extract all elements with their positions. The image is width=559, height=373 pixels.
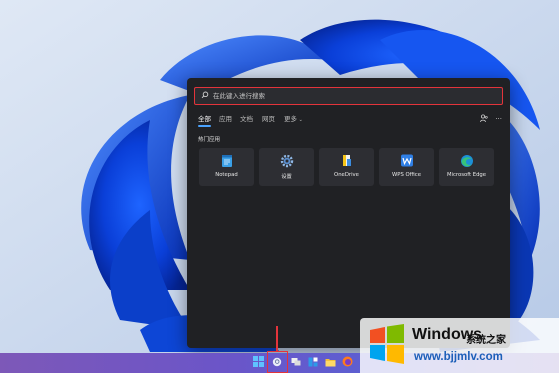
file-explorer-icon[interactable] — [325, 357, 336, 367]
tab-more[interactable]: 更多 ⌄ — [284, 114, 303, 125]
tab-all[interactable]: 全部 — [198, 114, 211, 124]
app-label: OneDrive — [334, 172, 359, 178]
watermark-subtitle: 系统之家 — [466, 335, 506, 346]
tab-web[interactable]: 网页 — [262, 114, 275, 124]
tab-more-label: 更多 — [284, 115, 297, 123]
watermark-url: www.bjjmlv.com — [414, 351, 503, 363]
search-panel: 在此键入进行搜索 全部 应用 文档 网页 更多 ⌄ ··· 热门应用 Notep… — [187, 78, 510, 348]
app-tile-wps-office[interactable]: WPS Office — [379, 148, 434, 186]
search-icon — [201, 91, 209, 99]
app-tile-microsoft-edge[interactable]: Microsoft Edge — [439, 148, 494, 186]
chevron-down-icon: ⌄ — [297, 117, 303, 123]
section-title: 热门应用 — [198, 137, 221, 143]
tab-documents[interactable]: 文档 — [240, 114, 253, 124]
watermark: Windows 系统之家 www.bjjmlv.com — [360, 318, 559, 373]
onedrive-icon — [342, 155, 351, 166]
firefox-icon[interactable] — [342, 356, 353, 367]
pointer-arrow — [276, 326, 278, 351]
wps-office-icon — [400, 154, 413, 167]
app-tile-onedrive[interactable]: OneDrive — [319, 148, 374, 186]
app-label: Microsoft Edge — [446, 172, 487, 178]
app-label: Notepad — [215, 172, 238, 178]
app-tile-notepad[interactable]: Notepad — [199, 148, 254, 186]
people-share-icon[interactable] — [480, 114, 488, 126]
search-button-highlight — [267, 351, 288, 373]
settings-gear-icon — [280, 154, 293, 168]
start-icon[interactable] — [253, 356, 264, 367]
app-label: WPS Office — [392, 172, 421, 178]
search-input[interactable]: 在此键入进行搜索 — [194, 87, 503, 105]
more-options-icon[interactable]: ··· — [495, 114, 502, 124]
task-view-icon[interactable] — [291, 357, 301, 367]
notepad-icon — [221, 155, 232, 167]
edge-icon — [460, 155, 473, 167]
app-label: 设置 — [281, 174, 292, 180]
tab-apps[interactable]: 应用 — [219, 114, 232, 124]
active-tab-indicator — [198, 125, 211, 127]
app-tile-settings[interactable]: 设置 — [259, 148, 314, 186]
windows-logo-icon — [370, 324, 404, 364]
widgets-icon[interactable] — [308, 357, 318, 367]
desktop: 在此键入进行搜索 全部 应用 文档 网页 更多 ⌄ ··· 热门应用 Notep… — [0, 0, 559, 373]
search-placeholder: 在此键入进行搜索 — [213, 92, 265, 100]
